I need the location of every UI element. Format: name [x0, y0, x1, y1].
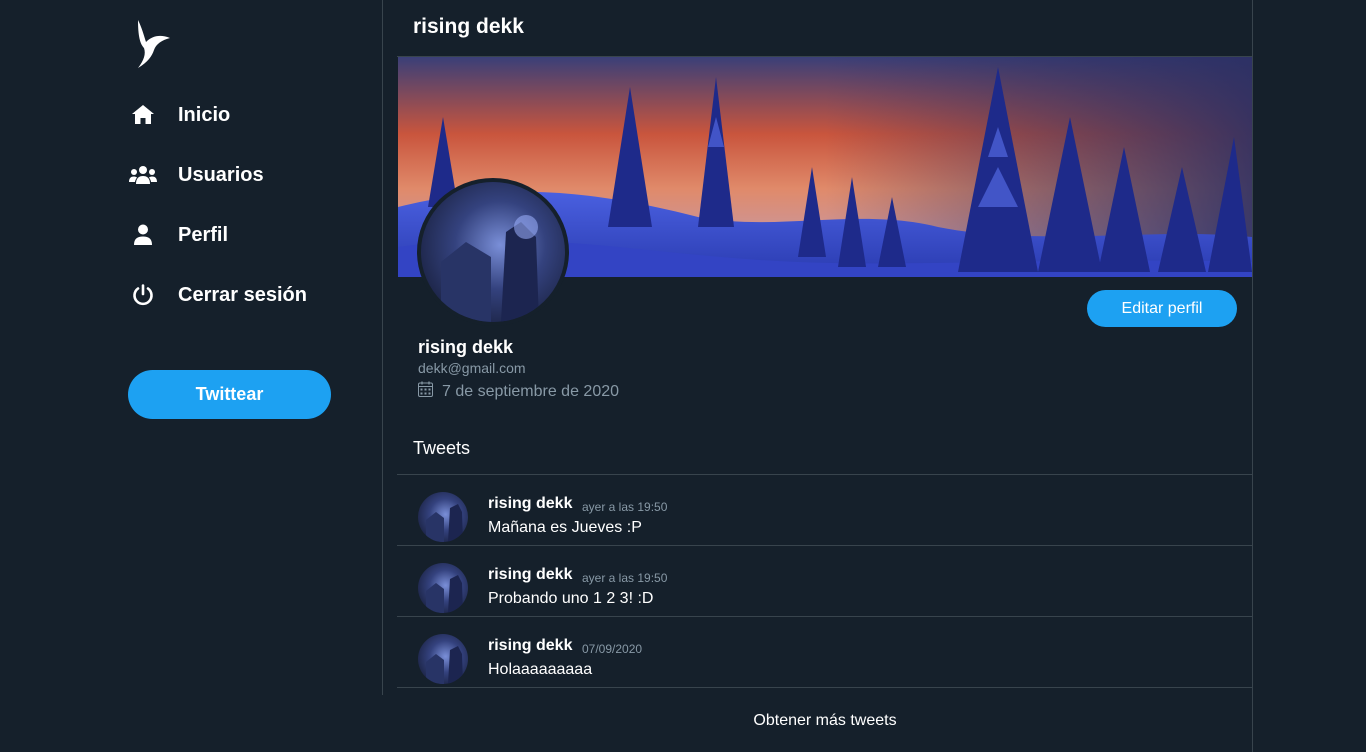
tweet-text: Probando uno 1 2 3! :D: [488, 590, 654, 607]
user-icon: [128, 223, 158, 247]
tweet-avatar[interactable]: [418, 634, 468, 684]
join-date-text: 7 de septiembre de 2020: [442, 382, 620, 400]
tweet-text: Holaaaaaaaaa: [488, 661, 593, 678]
tweet-item[interactable]: rising dekk 07/09/2020 Holaaaaaaaaa: [397, 617, 1253, 688]
sidebar: Inicio Usuarios Perfil Cerrar sesión Twi…: [0, 0, 383, 695]
tweet-button[interactable]: Twittear: [128, 370, 331, 419]
profile-avatar[interactable]: [417, 178, 569, 326]
sidebar-item-inicio[interactable]: Inicio: [128, 95, 230, 135]
tweet-timestamp: ayer a las 19:50: [582, 500, 668, 514]
tweet-timestamp: ayer a las 19:50: [582, 571, 668, 585]
calendar-icon: [418, 381, 433, 402]
tweets-list: rising dekk ayer a las 19:50 Mañana es J…: [397, 474, 1253, 688]
power-icon: [128, 283, 158, 307]
sidebar-item-label: Inicio: [178, 103, 231, 126]
sidebar-item-label: Perfil: [178, 223, 229, 246]
sidebar-item-cerrar-sesion[interactable]: Cerrar sesión: [128, 275, 307, 315]
tweet-avatar[interactable]: [418, 492, 468, 542]
home-icon: [128, 103, 158, 127]
tweet-item[interactable]: rising dekk ayer a las 19:50 Mañana es J…: [397, 475, 1253, 546]
tweet-timestamp: 07/09/2020: [582, 642, 643, 656]
tweet-text: Mañana es Jueves :P: [488, 519, 642, 536]
page-title: rising dekk: [413, 15, 524, 38]
tweet-item[interactable]: rising dekk ayer a las 19:50 Probando un…: [397, 546, 1253, 617]
profile-join-date: 7 de septiembre de 2020: [418, 381, 619, 402]
tweet-author[interactable]: rising dekk: [488, 637, 572, 655]
tweets-heading: Tweets: [413, 438, 471, 458]
tweet-author[interactable]: rising dekk: [488, 566, 572, 584]
tweet-avatar[interactable]: [418, 563, 468, 613]
page-header: rising dekk: [397, 0, 1253, 57]
sidebar-item-perfil[interactable]: Perfil: [128, 215, 228, 255]
users-icon: [128, 163, 158, 187]
app: Inicio Usuarios Perfil Cerrar sesión Twi…: [0, 0, 1366, 752]
edit-profile-button[interactable]: Editar perfil: [1087, 290, 1237, 327]
profile-main: rising dekk Editar perfil rising dekk de…: [397, 0, 1253, 752]
bird-logo-icon[interactable]: [132, 18, 172, 70]
load-more-tweets-button[interactable]: Obtener más tweets: [397, 712, 1253, 730]
sidebar-item-label: Cerrar sesión: [178, 283, 307, 306]
profile-name: rising dekk: [418, 337, 514, 357]
sidebar-item-usuarios[interactable]: Usuarios: [128, 155, 264, 195]
tweet-author[interactable]: rising dekk: [488, 495, 572, 513]
profile-email: dekk@gmail.com: [418, 360, 526, 376]
sidebar-item-label: Usuarios: [178, 163, 264, 186]
